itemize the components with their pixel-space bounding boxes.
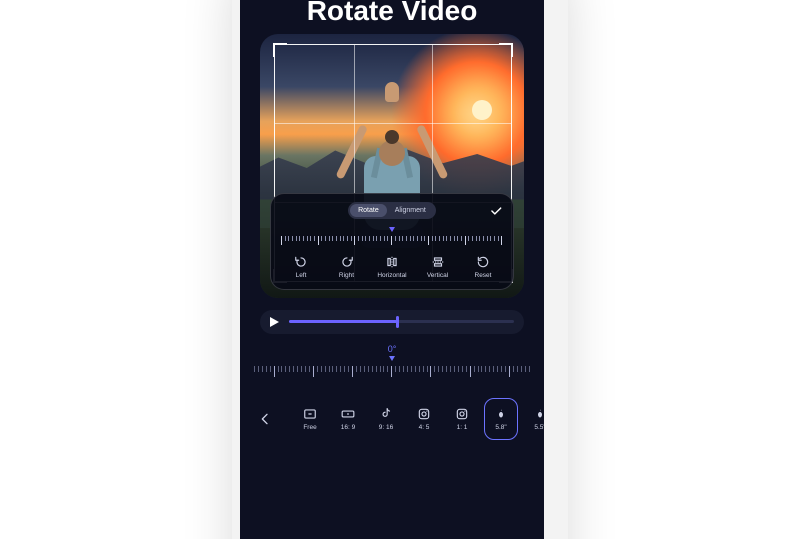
title-line-2: Rotate Video <box>240 0 544 28</box>
rotate-left-label: Left <box>296 272 307 279</box>
aspect-5-8[interactable]: 5.8" <box>484 398 518 440</box>
aspect-1-1-label: 1: 1 <box>457 424 468 431</box>
aspect-free-icon <box>302 407 318 421</box>
rotate-panel: Rotate Alignment <box>270 193 514 290</box>
rotate-right-button[interactable]: Right <box>327 255 367 279</box>
tiktok-icon <box>378 407 394 421</box>
flip-vertical-icon <box>431 255 445 269</box>
aspect-free-label: Free <box>303 424 316 431</box>
app-screen: Crop & Rotate Video <box>240 0 544 539</box>
rotation-value: 0° <box>388 344 397 354</box>
aspect-16-9-icon <box>340 407 356 421</box>
aspect-16-9-label: 16: 9 <box>341 424 355 431</box>
aspect-4-5-label: 4: 5 <box>419 424 430 431</box>
apple-small-icon <box>532 407 544 421</box>
aspect-5-5[interactable]: 5.5" <box>524 399 544 439</box>
back-button[interactable] <box>250 404 280 434</box>
aspect-free[interactable]: Free <box>294 399 326 439</box>
aspect-9-16-label: 9: 16 <box>379 424 393 431</box>
rotate-left-button[interactable]: Left <box>281 255 321 279</box>
aspect-5-8-label: 5.8" <box>495 424 506 431</box>
apply-button[interactable] <box>489 204 503 218</box>
instagram-icon <box>416 407 432 421</box>
panel-segmented-control[interactable]: Rotate Alignment <box>348 202 436 219</box>
aspect-4-5[interactable]: 4: 5 <box>408 399 440 439</box>
instagram-square-icon <box>454 407 470 421</box>
aspect-9-16[interactable]: 9: 16 <box>370 399 402 439</box>
flip-horizontal-label: Horizontal <box>377 272 406 279</box>
progress-slider[interactable] <box>289 320 514 323</box>
page-title: Crop & Rotate Video <box>240 0 544 28</box>
fine-rotation-dial[interactable] <box>281 227 503 249</box>
flip-vertical-button[interactable]: Vertical <box>418 255 458 279</box>
playback-bar <box>260 310 524 334</box>
reset-label: Reset <box>475 272 492 279</box>
crop-handle-tl[interactable] <box>273 43 287 57</box>
aspect-ratio-bar: Free 16: 9 9: 16 <box>250 396 534 442</box>
rotate-right-label: Right <box>339 272 354 279</box>
flip-vertical-label: Vertical <box>427 272 448 279</box>
device-frame: Crop & Rotate Video <box>232 0 568 539</box>
progress-fill <box>289 320 397 323</box>
progress-knob[interactable] <box>396 316 399 328</box>
aspect-16-9[interactable]: 16: 9 <box>332 399 364 439</box>
flip-horizontal-icon <box>385 255 399 269</box>
rotate-right-icon <box>340 255 354 269</box>
reset-button[interactable]: Reset <box>463 255 503 279</box>
play-button[interactable] <box>270 317 279 327</box>
tab-rotate[interactable]: Rotate <box>350 204 387 217</box>
crop-handle-tr[interactable] <box>499 43 513 57</box>
rotation-degree-dial[interactable]: 0° <box>254 344 530 378</box>
reset-icon <box>476 255 490 269</box>
apple-icon <box>493 407 509 421</box>
video-canvas[interactable]: Rotate Alignment <box>260 34 524 298</box>
flip-horizontal-button[interactable]: Horizontal <box>372 255 412 279</box>
aspect-1-1[interactable]: 1: 1 <box>446 399 478 439</box>
aspect-5-5-label: 5.5" <box>534 424 544 431</box>
dial-cursor-icon <box>389 227 395 232</box>
rotate-left-icon <box>294 255 308 269</box>
rotation-cursor-icon <box>389 356 395 361</box>
tab-alignment[interactable]: Alignment <box>387 204 434 217</box>
